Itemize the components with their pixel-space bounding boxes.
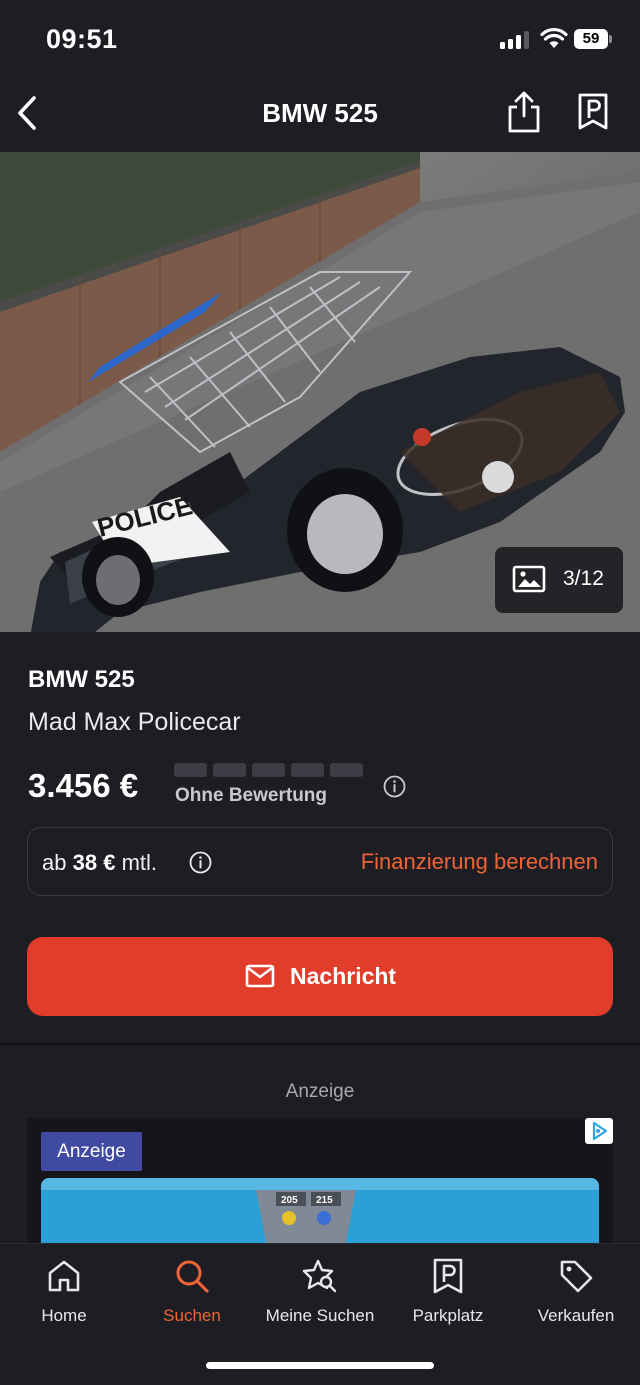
cellular-signal-icon <box>500 31 532 49</box>
page-title: BMW 525 <box>262 98 378 128</box>
share-icon[interactable] <box>505 90 543 134</box>
ad-heading: Anzeige <box>285 1081 355 1102</box>
section-divider <box>0 1043 640 1045</box>
info-icon[interactable] <box>383 775 406 798</box>
mail-icon <box>245 964 275 988</box>
home-icon <box>48 1260 80 1292</box>
info-icon[interactable] <box>189 851 212 874</box>
listing-price: 3.456 € <box>28 767 139 804</box>
rating-bars <box>174 763 364 779</box>
battery-icon: 59 <box>574 29 608 49</box>
status-time: 09:51 <box>46 24 118 54</box>
listing-subtitle: Mad Max Policecar <box>28 708 241 736</box>
home-indicator <box>206 1362 434 1369</box>
tag-icon <box>560 1260 593 1293</box>
parking-icon <box>433 1258 463 1294</box>
status-bar: 09:51 59 <box>0 0 640 80</box>
ad-card[interactable]: Anzeige 205 215 <box>27 1118 613 1258</box>
tab-parkplatz[interactable]: Parkplatz <box>384 1244 512 1344</box>
tab-home[interactable]: Home <box>0 1244 128 1344</box>
financing-box: ab 38 € mtl. Finanzierung berechnen <box>27 827 613 896</box>
tab-meine-suchen[interactable]: Meine Suchen <box>256 1244 384 1344</box>
message-button[interactable]: Nachricht <box>27 937 613 1016</box>
financing-calculate-link[interactable]: Finanzierung berechnen <box>361 849 598 875</box>
ad-sign-left: 205 <box>281 1195 298 1206</box>
gallery-icon <box>512 565 546 593</box>
search-icon <box>176 1260 209 1293</box>
rating-label: Ohne Bewertung <box>175 785 328 806</box>
listing-title: BMW 525 <box>28 666 135 693</box>
photo-counter-text: 3/12 <box>563 567 604 590</box>
saved-search-icon <box>302 1259 337 1293</box>
message-button-label: Nachricht <box>290 963 397 989</box>
photo-counter[interactable]: 3/12 <box>495 547 623 613</box>
adchoices-icon[interactable] <box>585 1118 613 1144</box>
tab-verkaufen[interactable]: Verkaufen <box>512 1244 640 1344</box>
ad-sign-right: 215 <box>316 1195 333 1206</box>
ad-badge: Anzeige <box>41 1132 142 1171</box>
wifi-icon <box>540 27 568 48</box>
tab-suchen[interactable]: Suchen <box>128 1244 256 1344</box>
parking-save-icon[interactable] <box>575 92 611 132</box>
financing-rate: ab 38 € mtl. <box>42 850 158 875</box>
nav-bar: BMW 525 <box>0 80 640 150</box>
